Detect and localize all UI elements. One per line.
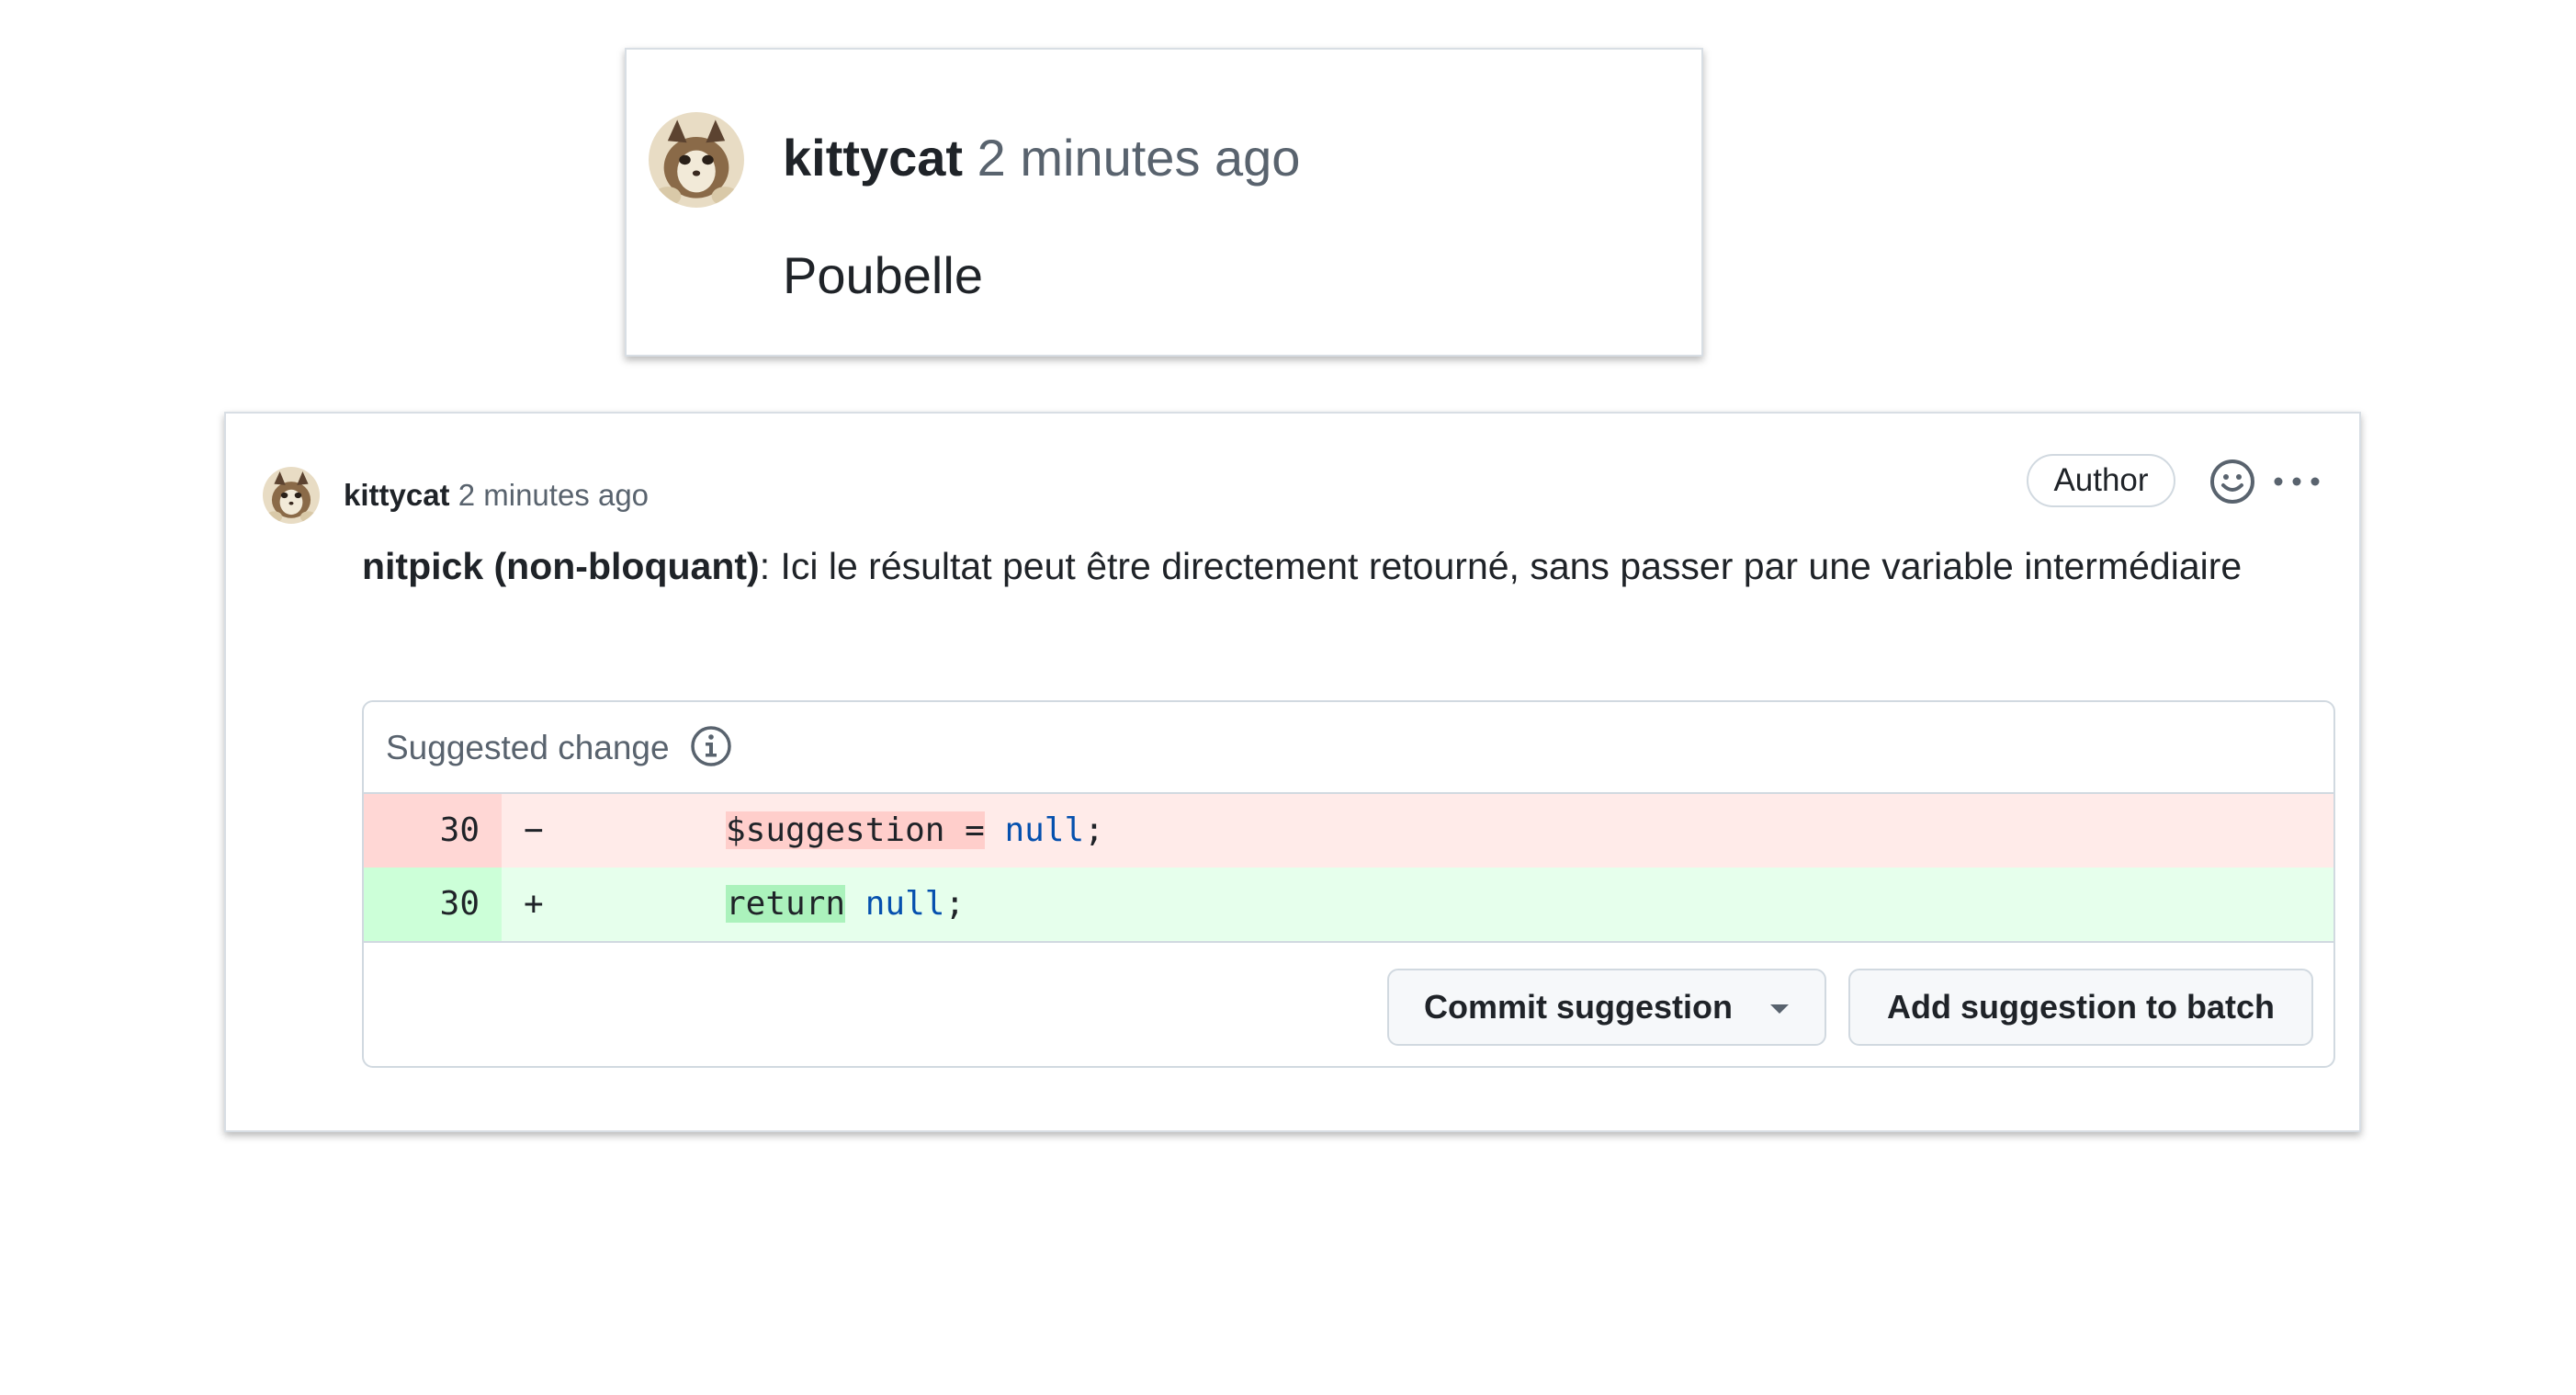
suggestion-actions: Commit suggestion Add suggestion to batc…	[364, 943, 2333, 1066]
commit-suggestion-button[interactable]: Commit suggestion	[1387, 969, 1826, 1046]
code-line: $suggestion = null;	[726, 794, 1104, 868]
comment-card-small: kittycat 2 minutes ago Poubelle	[625, 48, 1703, 357]
author-name[interactable]: kittycat	[344, 478, 450, 512]
comment-meta: kittycat 2 minutes ago	[344, 476, 649, 515]
diff-sign: +	[524, 885, 544, 923]
kebab-horizontal-icon[interactable]	[2271, 458, 2322, 505]
diff-deleted-line: 30 − $suggestion = null;	[364, 794, 2333, 868]
comment-meta: kittycat 2 minutes ago	[783, 125, 1300, 191]
line-number: 30	[364, 794, 502, 868]
comment-label: nitpick (non-bloquant)	[362, 545, 760, 587]
code-line: return null;	[726, 868, 965, 941]
code-highlight: $suggestion =	[726, 811, 985, 849]
suggested-change-box: Suggested change 30 − $suggestion = null…	[362, 700, 2335, 1068]
code-keyword: null	[1004, 811, 1085, 849]
timestamp[interactable]: 2 minutes ago	[977, 129, 1301, 187]
info-icon[interactable]	[689, 724, 733, 768]
code-keyword: null	[864, 885, 945, 923]
triangle-down-icon[interactable]	[1768, 1002, 1791, 1016]
author-name[interactable]: kittycat	[783, 129, 963, 187]
add-suggestion-to-batch-button[interactable]: Add suggestion to batch	[1848, 969, 2313, 1046]
timestamp[interactable]: 2 minutes ago	[458, 478, 649, 512]
comment-text: : Ici le résultat peut être directement …	[759, 545, 2243, 587]
diff-added-line: 30 + return null;	[364, 868, 2333, 943]
suggested-change-header: Suggested change	[364, 702, 2333, 794]
comment-body: nitpick (non-bloquant): Ici le résultat …	[362, 537, 2291, 595]
commit-suggestion-label: Commit suggestion	[1424, 988, 1734, 1026]
comment-body: Poubelle	[783, 246, 983, 304]
smiley-icon[interactable]	[2209, 458, 2256, 505]
author-badge: Author	[2027, 454, 2175, 507]
code-tail: ;	[1084, 811, 1104, 849]
cat-avatar[interactable]	[263, 467, 320, 524]
suggested-change-title: Suggested change	[386, 729, 670, 766]
cat-avatar[interactable]	[649, 112, 744, 208]
line-number: 30	[364, 868, 502, 941]
code-highlight: return	[726, 885, 846, 923]
review-comment-card: kittycat 2 minutes ago Author nitpick (n…	[224, 412, 2361, 1132]
diff-sign: −	[524, 811, 544, 849]
code-tail: ;	[944, 885, 966, 923]
